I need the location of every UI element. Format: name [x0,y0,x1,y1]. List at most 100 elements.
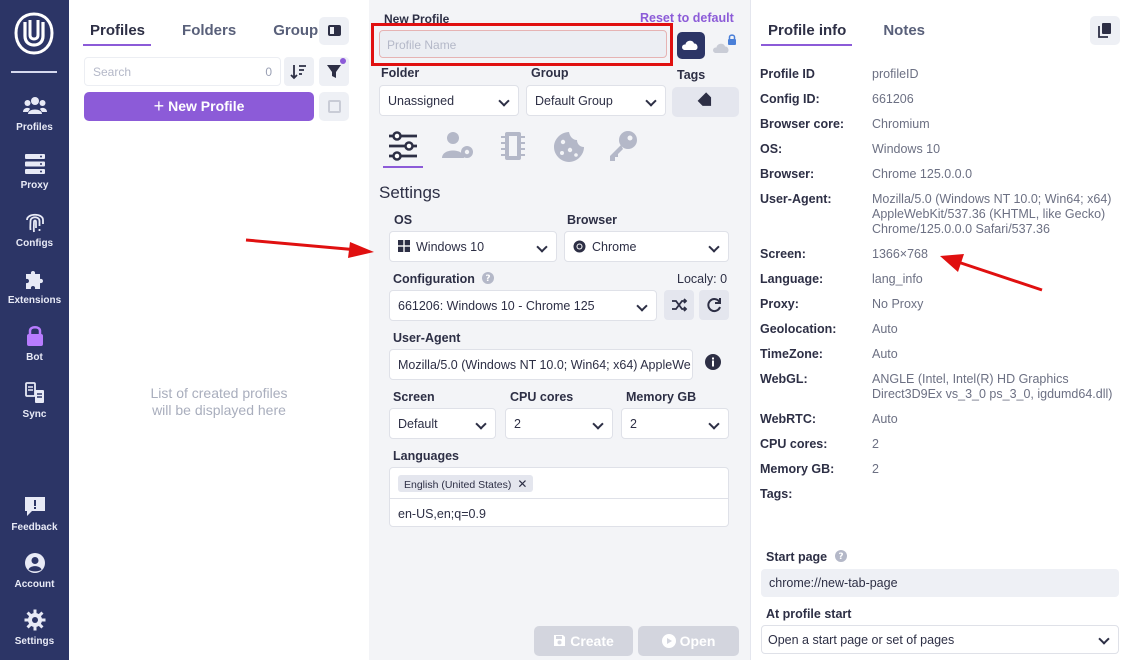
os-value: Windows 10 [416,240,485,254]
info-key: CPU cores: [760,437,828,451]
help-icon[interactable]: ? [834,550,847,562]
help-icon[interactable]: ? [482,272,495,284]
nav-item-sync[interactable]: Sync [0,382,69,420]
save-icon [554,635,566,646]
start-page-value: chrome://new-tab-page [769,576,898,590]
gear-icon [24,609,45,631]
nav-item-extensions[interactable]: Extensions [0,268,69,306]
screen-value: Default [398,417,438,431]
user-agent-value: Mozilla/5.0 (Windows NT 10.0; Win64; x64… [398,358,691,372]
info-icon [705,354,721,370]
shuffle-button[interactable] [664,290,694,320]
nav-item-bot[interactable]: Bot [0,325,69,363]
tags-button[interactable] [672,87,739,117]
refresh-icon [707,298,721,313]
info-key: Profile ID [760,67,815,81]
start-page-input[interactable]: chrome://new-tab-page [761,569,1119,597]
accept-language-value[interactable]: en-US,en;q=0.9 [398,507,486,521]
info-value: 2 [872,462,879,476]
info-key: TimeZone: [760,347,823,361]
info-key: Browser: [760,167,815,181]
tab-passwords[interactable] [603,128,643,168]
info-value: Auto [872,322,898,336]
chevron-down-icon [498,95,510,107]
annotation-arrow-left [245,238,374,258]
tab-profiles[interactable]: Profiles [83,22,152,46]
new-profile-label: New Profile [168,98,245,114]
chevron-down-icon [475,418,487,430]
nav-item-proxy[interactable]: Proxy [0,153,69,191]
sliders-icon [389,131,417,161]
user-agent-info-button[interactable] [701,350,725,374]
at-profile-start-value: Open a start page or set of pages [768,633,955,647]
folder-value: Unassigned [388,94,455,108]
screen-select[interactable]: Default [389,408,496,439]
nav-item-feedback[interactable]: Feedback [0,495,69,533]
nav-item-account[interactable]: Account [0,552,69,590]
refresh-button[interactable] [699,290,729,320]
languages-field[interactable]: English (United States) ✕ en-US,en;q=0.9 [389,467,729,527]
cpu-cores-select[interactable]: 2 [505,408,613,439]
annotation-arrow-right [940,254,1043,292]
settings-title: Settings [379,183,441,202]
sync-icon [24,382,44,403]
tab-profile-info[interactable]: Profile info [761,22,853,46]
nav-item-profiles[interactable]: Profiles [0,95,69,133]
annotation-highlight-box [371,23,673,66]
profile-info-panel: Profile info Notes Profile ID profileID C… [750,0,1124,660]
info-key: Geolocation: [760,322,837,336]
folder-select[interactable]: Unassigned [379,85,519,116]
start-page-label-text: Start page [766,550,828,564]
info-value: Chromium [872,117,930,131]
remove-chip-icon[interactable]: ✕ [517,477,527,491]
svg-text:?: ? [838,552,843,562]
info-key: Memory GB: [760,462,835,476]
os-select[interactable]: Windows 10 [389,231,557,262]
local-storage-button[interactable] [711,32,739,59]
memory-select[interactable]: 2 [621,408,729,439]
chrome-icon [573,240,586,253]
create-button[interactable]: Create [534,626,633,656]
configuration-label: Configuration ? [393,272,495,286]
info-key: OS: [760,142,783,156]
info-key: WebRTC: [760,412,817,426]
profiles-panel: Profiles Folders Groups Search 0 + New Pr… [69,0,369,660]
group-label: Group [531,66,569,80]
os-label: OS [394,213,413,227]
language-chip: English (United States) ✕ [398,475,534,492]
tab-notes[interactable]: Notes [876,22,931,46]
new-profile-button[interactable]: + New Profile [84,92,314,121]
nav-item-settings[interactable]: Settings [0,609,69,647]
filter-button[interactable] [319,57,349,86]
sort-button[interactable] [284,57,314,86]
toggle-panel-button[interactable] [319,17,349,45]
tab-cookies[interactable] [549,128,589,168]
windows-icon [398,240,410,252]
tags-icon [697,92,712,106]
tab-user-settings[interactable] [439,128,479,168]
search-input[interactable]: Search 0 [84,57,281,86]
app-logo [14,12,54,55]
tab-hardware[interactable] [493,128,533,168]
configuration-select[interactable]: 661206: Windows 10 - Chrome 125 [389,290,657,321]
tab-folders[interactable]: Folders [175,22,242,46]
languages-label: Languages [393,449,459,463]
tab-general-settings[interactable] [383,128,423,168]
browser-select[interactable]: Chrome [564,231,729,262]
nav-label: Extensions [7,295,62,306]
nav-item-configs[interactable]: Configs [0,211,69,249]
cloud-storage-button[interactable] [677,32,705,59]
import-button[interactable] [319,92,349,121]
group-select[interactable]: Default Group [526,85,666,116]
info-key: Tags: [760,487,793,501]
info-value: profileID [872,67,919,81]
profiles-tabs: Profiles Folders Groups [83,22,357,46]
main-nav: Profiles Proxy Configs Extensions Bot Sy… [0,0,69,660]
open-button[interactable]: Open [638,626,739,656]
user-agent-input[interactable]: Mozilla/5.0 (Windows NT 10.0; Win64; x64… [389,349,693,380]
account-icon [24,553,45,573]
copy-button[interactable] [1090,16,1120,45]
key-icon [610,131,637,161]
info-value: 661206 [872,92,914,106]
at-profile-start-select[interactable]: Open a start page or set of pages [761,625,1119,654]
